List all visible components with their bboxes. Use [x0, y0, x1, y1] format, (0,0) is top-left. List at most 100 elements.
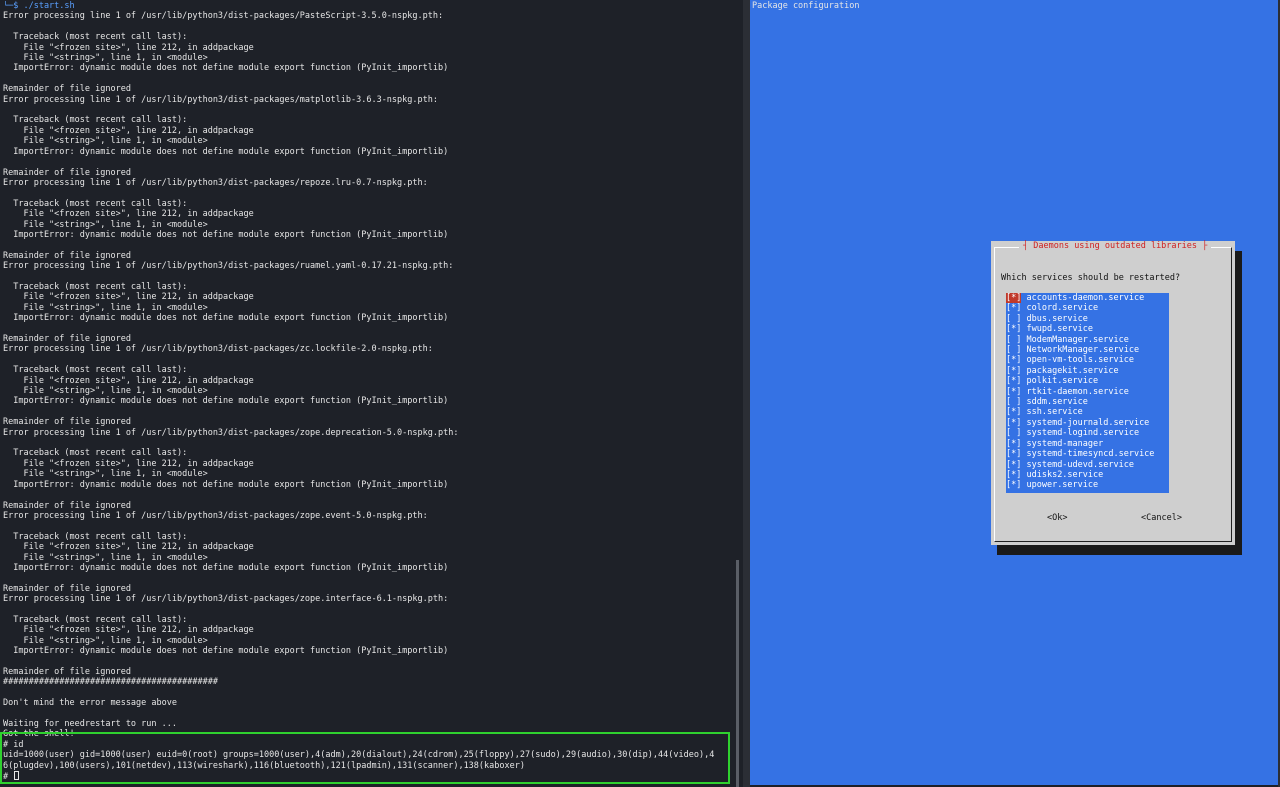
terminal-line: Traceback (most recent call last): [3, 32, 733, 42]
terminal-line: Error processing line 1 of /usr/lib/pyth… [3, 178, 733, 188]
pane-divider[interactable] [743, 0, 750, 787]
service-checklist-item[interactable]: [ ] dbus.service [1006, 314, 1169, 324]
service-checkbox[interactable]: [*] [1006, 460, 1021, 470]
terminal-line: File "<frozen site>", line 212, in addpa… [3, 625, 733, 635]
service-name: systemd-timesyncd.service [1026, 449, 1155, 460]
terminal-line-text: Error processing line 1 of /usr/lib/pyth… [3, 177, 428, 188]
package-configuration-title: Package configuration [752, 1, 860, 11]
service-checklist-item[interactable]: [*] systemd-udevd.service [1006, 460, 1169, 470]
service-checklist-item[interactable]: [*] systemd-journald.service [1006, 418, 1169, 428]
service-checkbox[interactable]: [*] [1006, 439, 1021, 449]
terminal-line-text: Error processing line 1 of /usr/lib/pyth… [3, 344, 433, 355]
dialog-title-text: Daemons using outdated libraries [1033, 241, 1198, 251]
terminal-line: # [3, 771, 733, 781]
terminal-line: Traceback (most recent call last): [3, 199, 733, 209]
service-checkbox[interactable]: [*] [1006, 407, 1021, 417]
terminal-line: File "<frozen site>", line 212, in addpa… [3, 126, 733, 136]
service-checkbox[interactable]: [*] [1006, 387, 1021, 397]
service-name: fwupd.service [1026, 324, 1094, 335]
terminal-line: Error processing line 1 of /usr/lib/pyth… [3, 594, 733, 604]
service-checkbox[interactable]: [*] [1006, 366, 1021, 376]
terminal-line-text: Traceback (most recent call last): [3, 365, 188, 376]
service-checklist-item[interactable]: [ ] NetworkManager.service [1006, 345, 1169, 355]
service-checkbox[interactable]: [ ] [1006, 397, 1021, 407]
terminal-line-text: uid=1000(user) gid=1000(user) euid=0(roo… [3, 750, 715, 761]
dialog-title-right-bracket: ├ [1197, 241, 1208, 251]
service-checklist-item[interactable]: [ ] ModemManager.service [1006, 335, 1169, 345]
service-checklist-item[interactable]: [*] open-vm-tools.service [1006, 355, 1169, 365]
terminal-line-text: Error processing line 1 of /usr/lib/pyth… [3, 94, 438, 105]
terminal-line-text: Error processing line 1 of /usr/lib/pyth… [3, 261, 454, 272]
terminal-line-text: ImportError: dynamic module does not def… [3, 646, 449, 657]
service-checkbox[interactable]: [*] [1006, 418, 1021, 428]
service-checkbox[interactable]: [*] [1006, 480, 1021, 490]
service-name: upower.service [1026, 480, 1099, 491]
terminal-line-text: File "<frozen site>", line 212, in addpa… [3, 42, 254, 53]
service-checkbox[interactable]: [ ] [1006, 335, 1021, 345]
terminal-line-text: File "<frozen site>", line 212, in addpa… [3, 292, 254, 303]
terminal-line: ImportError: dynamic module does not def… [3, 63, 733, 73]
terminal-line-text: Remainder of file ignored [3, 417, 131, 428]
cancel-button[interactable]: <Cancel> [1141, 513, 1182, 524]
terminal-line: File "<string>", line 1, in <module> [3, 303, 733, 313]
service-checkbox[interactable]: [*] [1006, 449, 1021, 459]
service-checklist-item[interactable]: [*] rtkit-daemon.service [1006, 387, 1169, 397]
ok-button[interactable]: <Ok> [1047, 513, 1067, 524]
service-checkbox[interactable]: [ ] [1006, 314, 1021, 324]
terminal-line: File "<frozen site>", line 212, in addpa… [3, 459, 733, 469]
service-checkbox[interactable]: [*] [1006, 324, 1021, 334]
terminal-pane-left[interactable]: └─$ ./start.sh Error processing line 1 of… [0, 0, 743, 787]
terminal-cursor [14, 771, 20, 781]
service-name: sddm.service [1026, 397, 1088, 408]
terminal-scrollbar[interactable] [736, 560, 739, 787]
service-checkbox[interactable]: [ ] [1006, 428, 1021, 438]
terminal-line: Remainder of file ignored [3, 251, 733, 261]
service-name: systemd-manager [1026, 438, 1104, 449]
terminal-line: Waiting for needrestart to run ... [3, 719, 733, 729]
service-checkbox[interactable]: [*] [1006, 293, 1022, 303]
terminal-line-text: File "<string>", line 1, in <module> [3, 53, 208, 64]
service-name: udisks2.service [1026, 469, 1104, 480]
terminal-line: Traceback (most recent call last): [3, 365, 733, 375]
service-checklist-item[interactable]: [*] upower.service [1006, 480, 1169, 490]
terminal-line-text: Traceback (most recent call last): [3, 198, 188, 209]
terminal-pane-right[interactable]: Package configuration ┤ Daemons using ou… [750, 0, 1280, 787]
service-checkbox[interactable]: [ ] [1006, 345, 1021, 355]
service-checklist-item[interactable]: [*] fwupd.service [1006, 324, 1169, 334]
service-name: ModemManager.service [1026, 334, 1129, 345]
terminal-line: ImportError: dynamic module does not def… [3, 147, 733, 157]
terminal-line-text: File "<frozen site>", line 212, in addpa… [3, 458, 254, 469]
service-checkbox[interactable]: [*] [1006, 376, 1021, 386]
service-checklist-item[interactable]: [ ] sddm.service [1006, 397, 1169, 407]
service-checklist[interactable]: [*] accounts-daemon.service [*] colord.se… [1006, 293, 1169, 493]
terminal-line: ImportError: dynamic module does not def… [3, 480, 733, 490]
terminal-line-text: File "<frozen site>", line 212, in addpa… [3, 542, 254, 553]
service-checklist-item[interactable]: [*] colord.service [1006, 303, 1169, 313]
service-checklist-item[interactable]: [*] accounts-daemon.service [1006, 293, 1169, 303]
service-checklist-item[interactable]: [*] packagekit.service [1006, 366, 1169, 376]
service-checklist-item[interactable]: [*] polkit.service [1006, 376, 1169, 386]
terminal-line-text: File "<string>", line 1, in <module> [3, 469, 208, 480]
service-checklist-item[interactable]: [*] systemd-timesyncd.service [1006, 449, 1169, 459]
terminal-line-text: ImportError: dynamic module does not def… [3, 396, 449, 407]
service-name: systemd-logind.service [1026, 428, 1140, 439]
service-checklist-item[interactable]: [ ] systemd-logind.service [1006, 428, 1169, 438]
terminal-prompt-line: └─$ ./start.sh [3, 1, 733, 11]
terminal-line: Traceback (most recent call last): [3, 532, 733, 542]
service-checkbox[interactable]: [*] [1006, 303, 1021, 313]
terminal-line: # id [3, 740, 733, 750]
dialog-title: ┤ Daemons using outdated libraries ├ [1019, 241, 1212, 252]
service-checklist-item[interactable]: [*] systemd-manager [1006, 439, 1169, 449]
service-checklist-item[interactable]: [*] udisks2.service [1006, 470, 1169, 480]
terminal-line: Traceback (most recent call last): [3, 615, 733, 625]
service-checkbox[interactable]: [*] [1006, 355, 1021, 365]
service-checklist-item[interactable]: [*] ssh.service [1006, 407, 1169, 417]
terminal-line: File "<frozen site>", line 212, in addpa… [3, 542, 733, 552]
service-checkbox[interactable]: [*] [1006, 470, 1021, 480]
